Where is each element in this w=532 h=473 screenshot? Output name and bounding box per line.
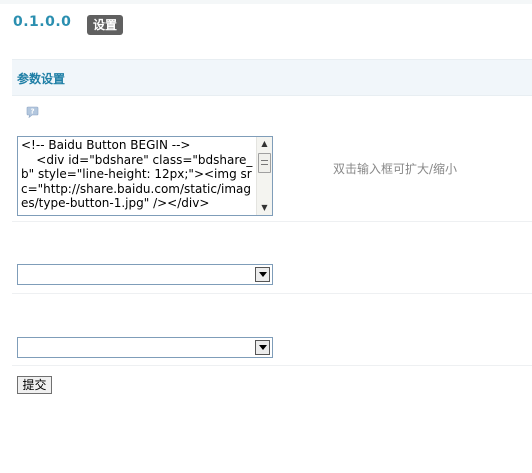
resize-tip: 双击输入框可扩大/缩小 <box>333 162 458 176</box>
scroll-up-icon[interactable]: ▲ <box>257 138 272 150</box>
plugin-settings-page: 0.1.0.0 设置 参数设置 ? <!-- Baidu Button BEGI… <box>0 0 532 473</box>
chevron-down-icon[interactable] <box>255 267 270 282</box>
settings-badge[interactable]: 设置 <box>87 15 124 35</box>
section-header: 参数设置 <box>12 59 532 96</box>
option-select-1[interactable] <box>17 264 273 285</box>
share-code-text[interactable]: <!-- Baidu Button BEGIN --> <div id="bds… <box>21 138 257 211</box>
scroll-down-icon[interactable]: ▼ <box>257 202 272 214</box>
section-title: 参数设置 <box>17 72 66 86</box>
svg-text:?: ? <box>30 108 34 116</box>
divider <box>12 365 532 366</box>
scroll-thumb[interactable] <box>258 153 271 173</box>
submit-button[interactable]: 提交 <box>17 376 52 394</box>
help-icon[interactable]: ? <box>26 106 39 118</box>
share-code-textarea[interactable]: <!-- Baidu Button BEGIN --> <div id="bds… <box>17 136 273 216</box>
chevron-down-icon[interactable] <box>255 340 270 355</box>
option-select-2[interactable] <box>17 337 273 358</box>
top-strip <box>0 0 532 4</box>
divider <box>12 221 532 222</box>
version-label: 0.1.0.0 <box>13 14 72 30</box>
divider <box>12 293 532 294</box>
textarea-scrollbar[interactable]: ▲ ▼ <box>256 137 272 215</box>
